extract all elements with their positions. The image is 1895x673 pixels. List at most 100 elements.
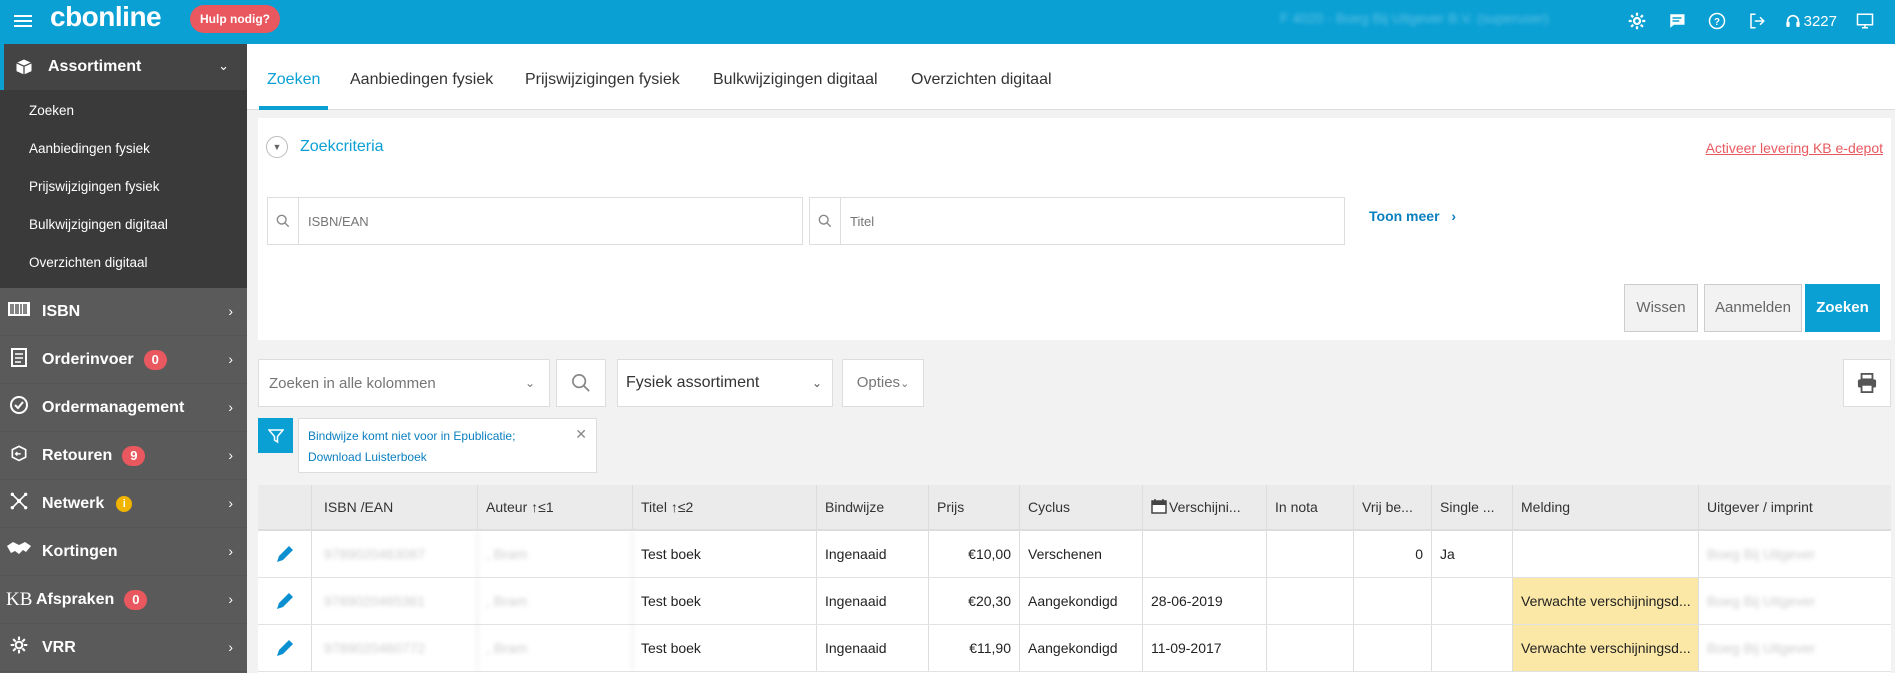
grid-header-row: ISBN /EAN Auteur ↑≤1 Titel ↑≤2 Bindwijze… (258, 485, 1891, 531)
search-criteria-panel: ▼ Zoekcriteria Activeer levering KB e-de… (258, 118, 1891, 340)
table-row[interactable]: 9789020460772 , Bram Test boek Ingenaaid… (258, 625, 1891, 672)
barcode-icon (6, 302, 32, 321)
ticket-counter[interactable]: 3227 (1785, 13, 1837, 30)
titel-input[interactable] (842, 198, 1342, 244)
search-criteria-title[interactable]: Zoekcriteria (300, 138, 384, 156)
collapse-toggle-icon[interactable]: ▼ (266, 136, 288, 158)
col-header-vrij[interactable]: Vrij be... (1354, 485, 1432, 529)
print-button[interactable] (1843, 359, 1891, 407)
close-icon[interactable]: ✕ (575, 424, 587, 445)
handshake-icon (6, 540, 32, 563)
col-header-single[interactable]: Single ... (1432, 485, 1513, 529)
sidebar-item-isbn[interactable]: ISBN › (0, 288, 247, 336)
toon-meer-label: Toon meer (1369, 208, 1440, 224)
gear-small-icon (6, 635, 32, 660)
svg-text:?: ? (1714, 17, 1720, 28)
col-header-melding[interactable]: Melding (1513, 485, 1699, 529)
opties-label: Opties (856, 374, 901, 391)
auteur-cell: , Bram (478, 625, 633, 671)
printer-icon (1857, 373, 1877, 393)
sidebar-item-orderinvoer[interactable]: Orderinvoer 0 › (0, 336, 247, 384)
pencil-icon[interactable] (266, 590, 303, 612)
pencil-icon[interactable] (266, 543, 303, 565)
tab-zoeken[interactable]: Zoeken (259, 44, 329, 110)
wissen-button[interactable]: Wissen (1624, 284, 1698, 332)
menu-icon[interactable] (14, 12, 32, 30)
chevron-right-icon: › (228, 591, 233, 607)
isbn-cell: 9789020463087 (312, 531, 478, 577)
chat-icon[interactable] (1665, 9, 1689, 33)
col-header-bindwijze[interactable]: Bindwijze (817, 485, 929, 529)
chevron-right-icon: › (228, 399, 233, 415)
logout-icon[interactable] (1745, 9, 1769, 33)
sidebar-subitem-prijswijzigingen-fysiek[interactable]: Prijswijzigingen fysiek (0, 168, 247, 206)
col-header-verschijning[interactable]: Verschijni... (1143, 485, 1267, 529)
sidebar-item-vrr[interactable]: VRR › (0, 624, 247, 672)
sidebar-subitem-overzichten-digitaal[interactable]: Overzichten digitaal (0, 244, 247, 282)
tab-aanbiedingen-fysiek[interactable]: Aanbiedingen fysiek (350, 44, 493, 110)
sidebar-item-label: Retouren (42, 446, 113, 464)
tab-prijswijzigingen-fysiek[interactable]: Prijswijzigingen fysiek (525, 44, 680, 110)
top-bar: cbonline Hulp nodig? F 4020 - Boeg Bij U… (0, 0, 1895, 44)
help-icon[interactable]: ? (1705, 9, 1729, 33)
table-row[interactable]: 9789020465361 , Bram Test boek Ingenaaid… (258, 578, 1891, 625)
sidebar: Assortiment ⌄ Zoeken Aanbiedingen fysiek… (0, 44, 247, 673)
table-row[interactable]: 9789020463087 , Bram Test boek Ingenaaid… (258, 531, 1891, 578)
search-icon (810, 198, 841, 244)
cyclus-cell: Aangekondigd (1020, 578, 1143, 624)
sidebar-item-ordermanagement[interactable]: Ordermanagement › (0, 384, 247, 432)
user-info: F 4020 - Boeg Bij Uitgever B.V. (superus… (1280, 10, 1549, 26)
col-header-cyclus[interactable]: Cyclus (1020, 485, 1143, 529)
aanmelden-button[interactable]: Aanmelden (1704, 284, 1802, 332)
tab-overzichten-digitaal[interactable]: Overzichten digitaal (911, 44, 1052, 110)
sidebar-item-retouren[interactable]: Retouren 9 › (0, 432, 247, 480)
col-header-titel[interactable]: Titel ↑≤2 (633, 485, 817, 529)
melding-cell (1513, 531, 1699, 577)
vrij-cell (1354, 578, 1432, 624)
search-button[interactable] (556, 359, 606, 407)
in-nota-cell (1267, 625, 1354, 671)
cyclus-cell: Verschenen (1020, 531, 1143, 577)
tab-bulkwijzigingen-digitaal[interactable]: Bulkwijzigingen digitaal (713, 44, 878, 110)
help-button[interactable]: Hulp nodig? (190, 5, 280, 33)
filter-icon[interactable] (258, 418, 293, 453)
isbn-input[interactable] (300, 198, 800, 244)
sidebar-subitem-aanbiedingen-fysiek[interactable]: Aanbiedingen fysiek (0, 130, 247, 168)
column-search-input[interactable] (259, 360, 499, 406)
activeer-kb-edepot-link[interactable]: Activeer levering KB e-depot (1706, 140, 1883, 156)
titel-cell: Test boek (633, 578, 817, 624)
uitgever-cell: Boeg Bij Uitgever (1707, 593, 1816, 609)
ticket-count: 3227 (1803, 12, 1837, 30)
in-nota-cell (1267, 531, 1354, 577)
zoeken-button[interactable]: Zoeken (1805, 284, 1880, 332)
sidebar-submenu: Zoeken Aanbiedingen fysiek Prijswijzigin… (0, 90, 247, 288)
sidebar-item-netwerk[interactable]: Netwerk i › (0, 480, 247, 528)
col-header-in-nota[interactable]: In nota (1267, 485, 1354, 529)
col-header-isbn[interactable]: ISBN /EAN (312, 485, 478, 529)
pencil-icon[interactable] (266, 637, 303, 659)
col-header-prijs[interactable]: Prijs (929, 485, 1020, 529)
uitgever-cell: Boeg Bij Uitgever (1707, 640, 1816, 656)
toon-meer-link[interactable]: Toon meer › (1369, 208, 1456, 224)
sidebar-item-assortiment[interactable]: Assortiment ⌄ (0, 44, 247, 90)
monitor-icon[interactable] (1853, 9, 1877, 33)
chevron-right-icon: › (1451, 208, 1457, 224)
chevron-right-icon: › (228, 447, 233, 463)
chevron-right-icon: › (228, 495, 233, 511)
isbn-cell: 9789020460772 (312, 625, 478, 671)
sidebar-item-afspraken[interactable]: KB Afspraken 0 › (0, 576, 247, 624)
opties-dropdown[interactable]: Opties⌄ (842, 359, 924, 407)
col-header-auteur[interactable]: Auteur ↑≤1 (478, 485, 633, 529)
active-filter-chip: Bindwijze komt niet voor in Epublicatie;… (298, 418, 597, 473)
prijs-cell: €20,30 (929, 578, 1020, 624)
sidebar-subitem-bulkwijzigingen-digitaal[interactable]: Bulkwijzigingen digitaal (0, 206, 247, 244)
gear-icon[interactable] (1625, 9, 1649, 33)
chevron-down-icon: ⌄ (218, 58, 229, 73)
isbn-cell: 9789020465361 (312, 578, 478, 624)
sidebar-item-kortingen[interactable]: Kortingen › (0, 528, 247, 576)
col-header-uitgever[interactable]: Uitgever / imprint (1699, 485, 1891, 529)
assortiment-select[interactable]: Fysiek assortiment ⌄ (617, 359, 833, 407)
chevron-down-icon[interactable]: ⌄ (525, 376, 535, 390)
chevron-down-icon: ⌄ (811, 376, 822, 390)
sidebar-subitem-zoeken[interactable]: Zoeken (0, 92, 247, 130)
